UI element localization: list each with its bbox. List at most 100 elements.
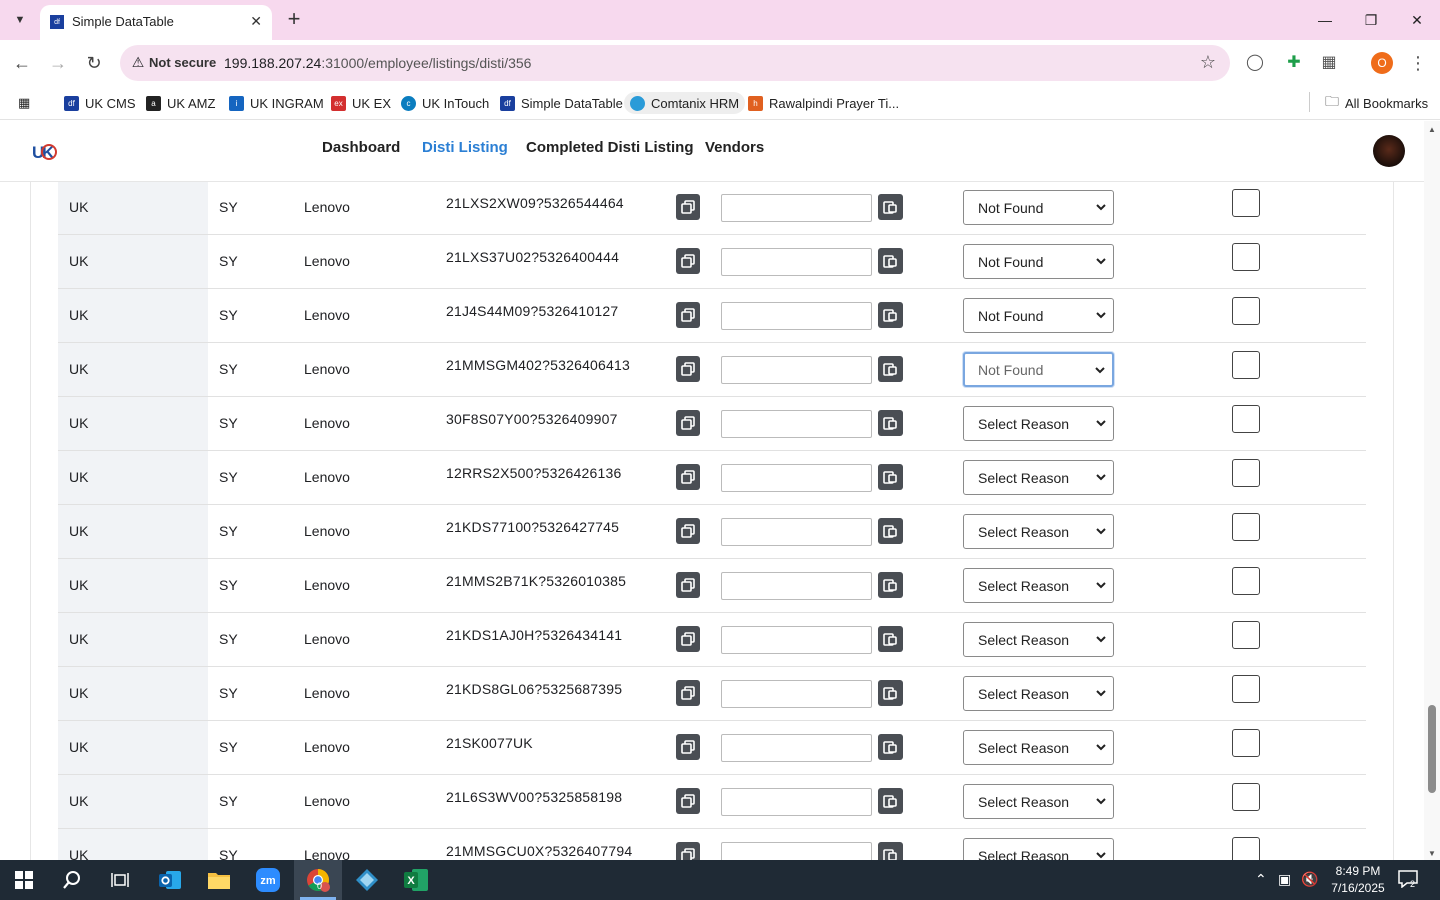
reason-select[interactable]: Select Reason — [963, 676, 1114, 711]
reason-select[interactable]: Select Reason — [963, 568, 1114, 603]
value-input[interactable] — [721, 626, 872, 654]
copy-sku-button[interactable] — [676, 572, 700, 598]
bookmark-simple-datatable[interactable]: df Simple DataTable — [500, 92, 623, 114]
paste-value-button[interactable] — [878, 572, 903, 598]
copy-sku-button[interactable] — [676, 680, 700, 706]
reason-select[interactable]: Select Reason — [963, 460, 1114, 495]
bookmark-uk-intouch[interactable]: c UK InTouch — [401, 92, 489, 114]
excel-icon[interactable]: X — [392, 860, 440, 900]
extension-add-icon[interactable]: ✚ — [1282, 51, 1306, 75]
zoom-icon[interactable]: zm — [244, 860, 292, 900]
paste-value-button[interactable] — [878, 194, 903, 220]
paste-value-button[interactable] — [878, 302, 903, 328]
paste-value-button[interactable] — [878, 626, 903, 652]
paste-value-button[interactable] — [878, 410, 903, 436]
copy-sku-button[interactable] — [676, 464, 700, 490]
page-scrollbar[interactable]: ▲ ▼ — [1424, 121, 1440, 860]
uk-logo-icon[interactable]: U K — [32, 139, 60, 163]
paste-value-button[interactable] — [878, 842, 903, 860]
value-input[interactable] — [721, 410, 872, 438]
translate-globe-icon[interactable]: ◯ — [1243, 51, 1267, 75]
new-tab-plus-icon[interactable]: + — [282, 7, 306, 31]
paste-value-button[interactable] — [878, 680, 903, 706]
tray-chevron-up-icon[interactable]: ⌃ — [1255, 871, 1267, 888]
row-checkbox[interactable] — [1232, 621, 1260, 649]
copy-sku-button[interactable] — [676, 194, 700, 220]
address-bar[interactable]: ⚠ Not secure 199.188.207.24:31000/employ… — [120, 45, 1230, 81]
window-close-icon[interactable]: ✕ — [1405, 8, 1429, 32]
paste-value-button[interactable] — [878, 788, 903, 814]
reason-select[interactable]: Select Reason — [963, 514, 1114, 549]
copy-sku-button[interactable] — [676, 734, 700, 760]
outlook-icon[interactable] — [146, 860, 194, 900]
row-checkbox[interactable] — [1232, 459, 1260, 487]
paste-value-button[interactable] — [878, 734, 903, 760]
apps-grid-icon[interactable]: ▦ — [18, 92, 30, 114]
row-checkbox[interactable] — [1232, 837, 1260, 860]
paste-value-button[interactable] — [878, 464, 903, 490]
profile-avatar[interactable]: O — [1371, 52, 1393, 74]
paste-value-button[interactable] — [878, 518, 903, 544]
bookmark-prayer-times[interactable]: h Rawalpindi Prayer Ti... — [748, 92, 899, 114]
value-input[interactable] — [721, 518, 872, 546]
scroll-down-arrow-icon[interactable]: ▼ — [1428, 849, 1436, 858]
nav-vendors[interactable]: Vendors — [705, 139, 764, 156]
not-secure-label[interactable]: Not secure — [149, 55, 216, 70]
scrollbar-thumb[interactable] — [1428, 705, 1436, 793]
reason-select[interactable]: Select Reason — [963, 838, 1114, 860]
value-input[interactable] — [721, 464, 872, 492]
url-text[interactable]: 199.188.207.24:31000/employee/listings/d… — [224, 55, 531, 71]
reason-select[interactable]: Not Found — [963, 352, 1114, 387]
copy-sku-button[interactable] — [676, 788, 700, 814]
reason-select[interactable]: Not Found — [963, 298, 1114, 333]
user-avatar[interactable] — [1373, 135, 1405, 167]
bookmark-uk-ingram[interactable]: i UK INGRAM — [229, 92, 324, 114]
forward-arrow-icon[interactable]: → — [46, 51, 70, 75]
value-input[interactable] — [721, 842, 872, 860]
row-checkbox[interactable] — [1232, 189, 1260, 217]
browser-tab[interactable]: df Simple DataTable ✕ — [40, 5, 272, 40]
value-input[interactable] — [721, 572, 872, 600]
copy-sku-button[interactable] — [676, 518, 700, 544]
reload-icon[interactable]: ↻ — [82, 51, 106, 75]
nav-dashboard[interactable]: Dashboard — [322, 139, 400, 156]
value-input[interactable] — [721, 248, 872, 276]
row-checkbox[interactable] — [1232, 243, 1260, 271]
tab-close-icon[interactable]: ✕ — [250, 13, 262, 30]
bookmark-comtanix-hrm[interactable]: Comtanix HRM — [624, 92, 746, 114]
warning-triangle-icon[interactable]: ⚠ — [130, 54, 146, 70]
bookmark-uk-ex[interactable]: ex UK EX — [331, 92, 391, 114]
reason-select[interactable]: Not Found — [963, 244, 1114, 279]
system-clock[interactable]: 8:49 PM 7/16/2025 — [1322, 863, 1394, 897]
all-bookmarks-folder[interactable]: 🗀 All Bookmarks — [1325, 92, 1428, 114]
bookmark-star-icon[interactable]: ☆ — [1200, 52, 1216, 73]
kebab-menu-icon[interactable]: ⋮ — [1406, 51, 1430, 75]
windows-start-icon[interactable] — [0, 860, 48, 900]
copy-sku-button[interactable] — [676, 842, 700, 860]
copy-sku-button[interactable] — [676, 626, 700, 652]
volume-mute-icon[interactable]: 🔇 — [1301, 871, 1318, 888]
reason-select[interactable]: Select Reason — [963, 622, 1114, 657]
scroll-up-arrow-icon[interactable]: ▲ — [1428, 125, 1436, 134]
row-checkbox[interactable] — [1232, 567, 1260, 595]
row-checkbox[interactable] — [1232, 513, 1260, 541]
bookmark-uk-cms[interactable]: df UK CMS — [64, 92, 136, 114]
bookmark-uk-amz[interactable]: a UK AMZ — [146, 92, 215, 114]
value-input[interactable] — [721, 788, 872, 816]
search-icon[interactable] — [48, 860, 96, 900]
minimize-icon[interactable]: — — [1313, 8, 1337, 32]
app-diamond-icon[interactable] — [343, 860, 391, 900]
reason-select[interactable]: Select Reason — [963, 730, 1114, 765]
network-icon[interactable]: ▣ — [1278, 871, 1291, 888]
value-input[interactable] — [721, 194, 872, 222]
reason-select[interactable]: Select Reason — [963, 784, 1114, 819]
nav-completed-disti-listing[interactable]: Completed Disti Listing — [526, 139, 694, 156]
chrome-icon[interactable] — [294, 860, 342, 900]
back-arrow-icon[interactable]: ← — [10, 51, 34, 75]
paste-value-button[interactable] — [878, 356, 903, 382]
notifications-icon[interactable]: 2 — [1398, 870, 1420, 890]
row-checkbox[interactable] — [1232, 729, 1260, 757]
task-view-icon[interactable] — [96, 860, 144, 900]
copy-sku-button[interactable] — [676, 410, 700, 436]
puzzle-extensions-icon[interactable]: ▦ — [1317, 51, 1341, 75]
